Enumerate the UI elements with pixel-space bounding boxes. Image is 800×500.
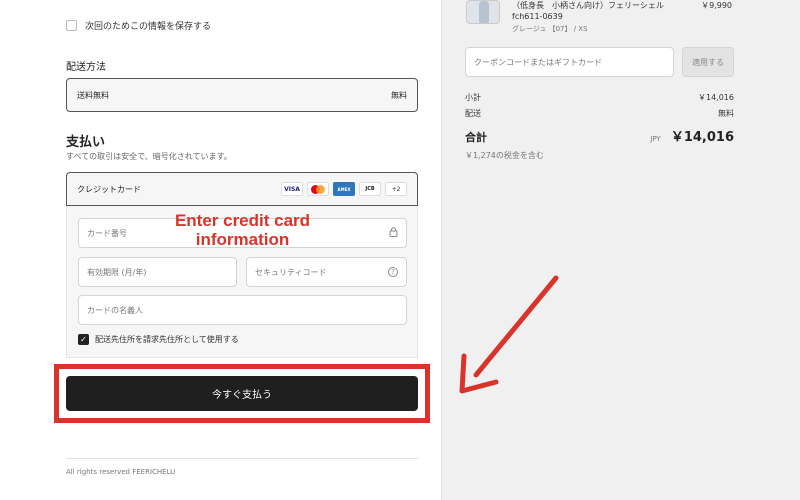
security-code-input[interactable]: セキュリティコード ? (246, 257, 407, 287)
cardholder-name-placeholder: カードの名義人 (87, 305, 143, 315)
footer-divider (66, 458, 418, 459)
payment-title: 支払い (66, 135, 106, 150)
jcb-icon: JCB (359, 182, 381, 196)
help-icon[interactable]: ? (388, 267, 398, 277)
currency-code: JPY (650, 135, 661, 143)
subtotal-value: ￥14,016 (698, 93, 734, 102)
product-thumbnail (466, 0, 500, 24)
shipping-row: 配送 無料 (465, 108, 734, 119)
annotation-line-2: information (195, 230, 290, 249)
mastercard-icon (307, 182, 329, 196)
annotation-line-1: Enter credit card (174, 211, 311, 230)
shipping-method-option[interactable]: 送料無料 無料 (66, 78, 418, 112)
total-label: 合計 (465, 131, 487, 144)
shipping-method-price: 無料 (391, 90, 407, 100)
coupon-input[interactable]: クーポンコードまたはギフトカード (465, 47, 674, 77)
visa-icon: VISA (281, 182, 303, 196)
pay-now-button[interactable]: 今すぐ支払う (66, 376, 418, 411)
total-row: 合計 JPY ￥14,016 (465, 126, 734, 145)
product-title: （低身長 小柄さん向け）フェリーシェル (512, 1, 664, 10)
shipping-summary-label: 配送 (465, 109, 481, 118)
coupon-placeholder: クーポンコードまたはギフトカード (474, 57, 602, 67)
shipping-method-label: 送料無料 (77, 90, 109, 100)
more-cards-badge: +2 (385, 182, 407, 196)
product-variant: グレージュ 【07】 / XS (512, 25, 588, 33)
credit-card-label: クレジットカード (77, 184, 141, 194)
card-number-placeholder: カード番号 (87, 228, 127, 238)
billing-same-checkbox[interactable]: ✓ (78, 334, 89, 345)
billing-same-label: 配送先住所を請求先住所として使用する (95, 335, 239, 344)
lock-icon (389, 226, 398, 240)
save-info-label: 次回のためこの情報を保存する (85, 22, 212, 32)
expiry-placeholder: 有効期限 (月/年) (87, 267, 147, 277)
cardholder-name-input[interactable]: カードの名義人 (78, 295, 407, 325)
order-summary: （低身長 小柄さん向け）フェリーシェル ￥9,990 fch611-0639 グ… (441, 0, 800, 500)
annotation-text: Enter credit card information (150, 211, 335, 249)
tax-note: ￥1,274の税金を含む (465, 151, 544, 160)
apply-coupon-button[interactable]: 適用する (682, 47, 734, 77)
product-code: fch611-0639 (512, 12, 563, 21)
billing-same-row[interactable]: ✓ 配送先住所を請求先住所として使用する (78, 334, 239, 345)
checkout-form: 次回のためこの情報を保存する 配送方法 送料無料 無料 支払い すべての取引は安… (0, 0, 441, 500)
save-info-checkbox[interactable] (66, 20, 77, 31)
subtotal-label: 小計 (465, 93, 481, 102)
save-info-row[interactable]: 次回のためこの情報を保存する (66, 19, 211, 32)
amex-icon: AMEX (333, 182, 355, 196)
expiry-input[interactable]: 有効期限 (月/年) (78, 257, 237, 287)
payment-subtitle: すべての取引は安全で、暗号化されています。 (66, 152, 232, 161)
shipping-summary-value: 無料 (718, 109, 734, 118)
total-value: ￥14,016 (670, 130, 734, 145)
credit-card-option[interactable]: クレジットカード VISA AMEX JCB +2 (66, 172, 418, 206)
subtotal-row: 小計 ￥14,016 (465, 92, 734, 103)
card-brands: VISA AMEX JCB +2 (281, 182, 407, 196)
footer-copyright: All rights reserved FEERICHELU (66, 468, 176, 476)
shipping-title: 配送方法 (66, 62, 106, 73)
product-price: ￥9,990 (701, 1, 732, 10)
security-code-placeholder: セキュリティコード (255, 267, 327, 277)
